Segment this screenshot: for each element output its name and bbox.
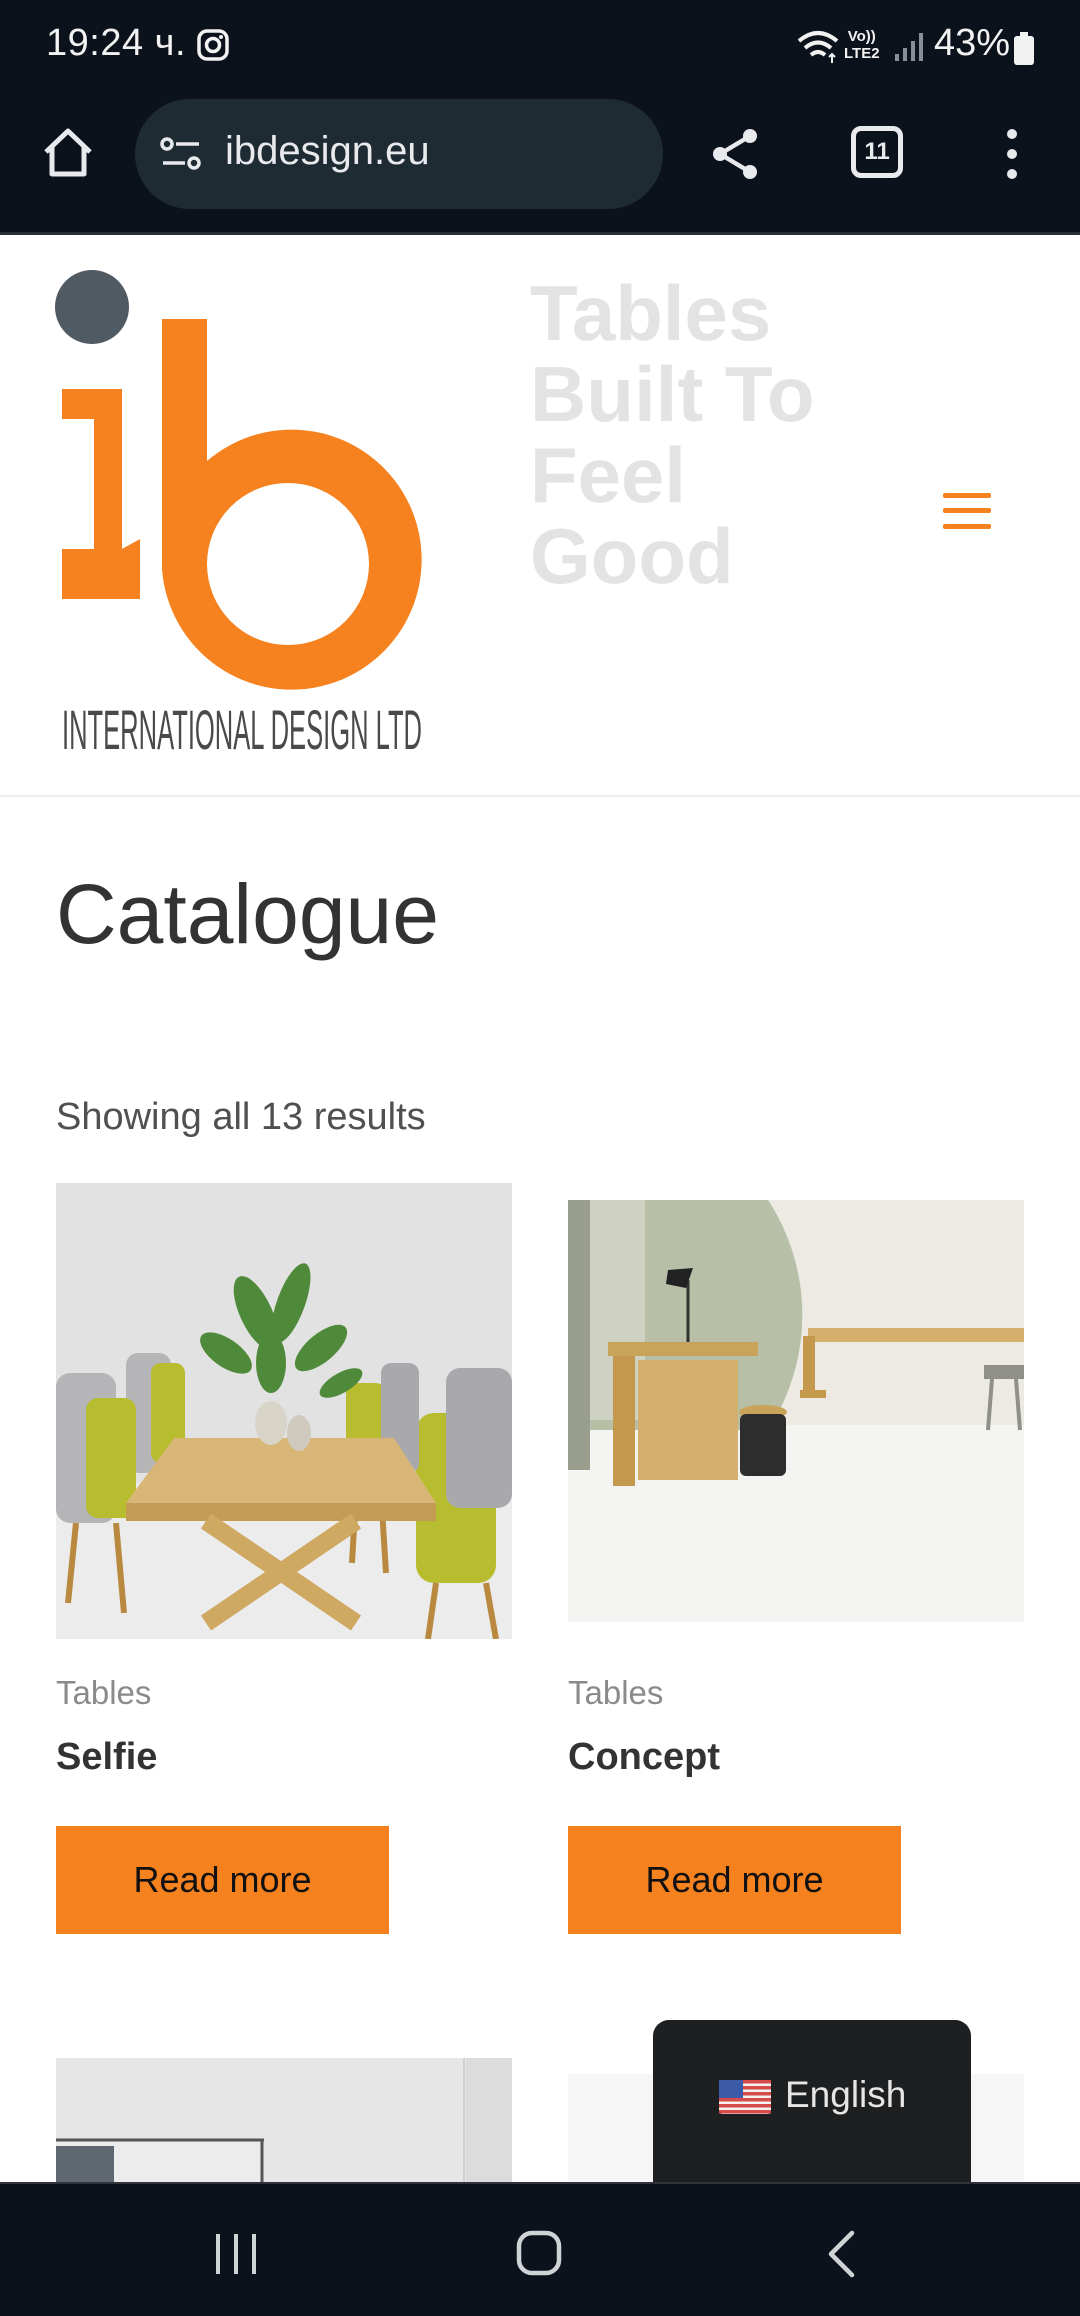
status-time: 19:24 ч. bbox=[46, 22, 187, 64]
back-icon[interactable] bbox=[826, 2230, 856, 2278]
language-switcher[interactable]: English bbox=[653, 2020, 971, 2182]
signal-strength-icon bbox=[895, 33, 923, 61]
wifi-icon bbox=[797, 31, 839, 63]
site-header: INTERNATIONAL DESIGN LTD Tables Built To… bbox=[0, 235, 1080, 797]
logo-text: INTERNATIONAL DESIGN LTD bbox=[62, 698, 422, 761]
home-icon[interactable] bbox=[38, 122, 98, 182]
tab-switcher-button[interactable]: 11 bbox=[851, 126, 903, 178]
site-tagline: Tables Built To Feel Good bbox=[530, 269, 815, 600]
system-navigation-bar bbox=[0, 2182, 1080, 2316]
product-title[interactable]: Selfie bbox=[56, 1736, 157, 1779]
console-desk-photo bbox=[568, 1200, 1024, 1622]
network-type-label: Vo)) LTE2 bbox=[844, 28, 880, 62]
address-bar[interactable]: ibdesign.eu bbox=[135, 99, 663, 209]
ib-international-design-logo[interactable]: INTERNATIONAL DESIGN LTD bbox=[52, 269, 432, 769]
read-more-button[interactable]: Read more bbox=[568, 1826, 901, 1934]
home-button-icon[interactable] bbox=[516, 2230, 562, 2276]
page-title: Catalogue bbox=[56, 867, 439, 961]
more-options-icon[interactable] bbox=[1000, 124, 1024, 184]
hamburger-menu-icon[interactable] bbox=[943, 493, 991, 529]
product-category[interactable]: Tables bbox=[568, 1674, 663, 1712]
site-settings-icon[interactable] bbox=[159, 136, 203, 172]
read-more-button[interactable]: Read more bbox=[56, 1826, 389, 1934]
product-title[interactable]: Concept bbox=[568, 1736, 720, 1779]
instagram-notification-icon bbox=[197, 29, 229, 61]
battery-icon bbox=[1014, 32, 1034, 65]
dining-table-photo bbox=[56, 1183, 512, 1639]
url-text: ibdesign.eu bbox=[225, 129, 430, 173]
browser-toolbar: ibdesign.eu 11 bbox=[0, 96, 1080, 234]
product-image-selfie[interactable] bbox=[56, 1183, 512, 1639]
share-icon[interactable] bbox=[706, 124, 766, 184]
us-flag-icon bbox=[719, 2080, 771, 2114]
language-label: English bbox=[785, 2074, 907, 2115]
status-bar: 19:24 ч. Vo)) LTE2 43% bbox=[0, 0, 1080, 96]
product-image[interactable] bbox=[56, 2058, 512, 2182]
battery-percentage: 43% bbox=[934, 22, 1011, 64]
recent-apps-icon[interactable] bbox=[212, 2232, 260, 2276]
product-category[interactable]: Tables bbox=[56, 1674, 151, 1712]
result-count: Showing all 13 results bbox=[56, 1096, 426, 1138]
product-photo bbox=[56, 2058, 512, 2182]
product-image-concept[interactable] bbox=[568, 1200, 1024, 1622]
